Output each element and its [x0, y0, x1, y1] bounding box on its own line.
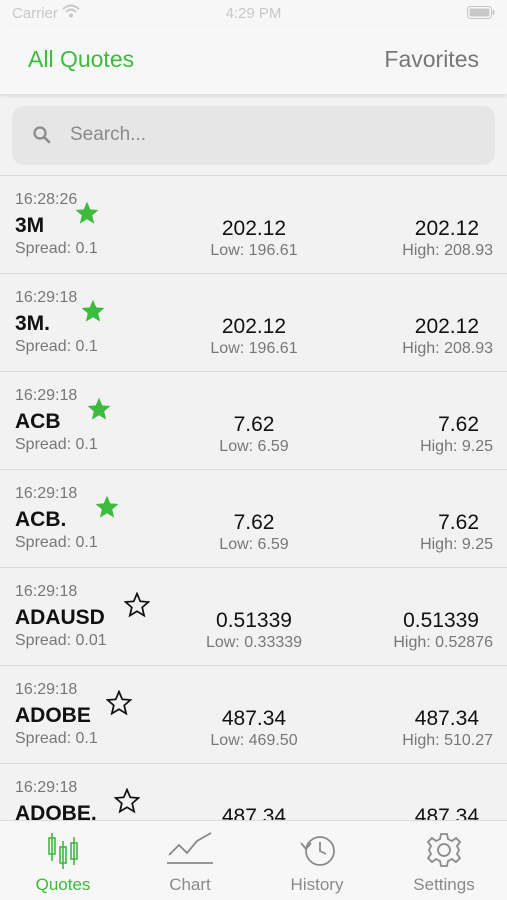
quote-high: High: 9.25: [420, 438, 493, 455]
quote-low: Low: 196.61: [210, 242, 298, 259]
quote-row[interactable]: 16:29:18 ACB. Spread: 0.1 7.62 Low: 6.59 7.62…: [0, 470, 507, 568]
quote-high: High: 208.93: [402, 340, 493, 357]
gear-icon: [426, 833, 462, 867]
search-input[interactable]: [70, 118, 470, 152]
history-clock-icon: [300, 836, 335, 866]
search-icon: [32, 125, 52, 150]
quote-ask: 202.12: [414, 315, 479, 338]
quote-row[interactable]: 16:28:26 3M Spread: 0.1 202.12 Low: 196.61 20…: [0, 176, 507, 274]
quote-low: Low: 196.61: [210, 340, 298, 357]
status-time: 4:29 PM: [225, 5, 282, 22]
quote-high: High: 510.27: [402, 732, 493, 749]
quote-time: 16:29:18: [15, 583, 78, 600]
quote-spread: Spread: 0.1: [15, 534, 98, 551]
quote-symbol: ACB: [15, 410, 61, 433]
line-chart-icon: [167, 832, 213, 864]
quote-row[interactable]: 16:29:18 3M. Spread: 0.1 202.12 Low: 196.61 2…: [0, 274, 507, 372]
quote-low: Low: 6.59: [219, 438, 289, 455]
quote-low: Low: 6.59: [219, 536, 289, 553]
quote-bid: 0.51339: [216, 609, 292, 632]
quote-spread: Spread: 0.1: [15, 436, 98, 453]
quote-bid: 487.34: [221, 707, 287, 730]
tab-favorites[interactable]: Favorites: [384, 46, 479, 73]
bottom-tab-bar: Quotes Chart History Settings: [0, 820, 507, 900]
quote-ask: 0.51339: [403, 609, 479, 632]
quote-spread: Spread: 0.1: [15, 240, 98, 257]
star-filled-icon[interactable]: [94, 494, 120, 520]
battery-icon: [467, 6, 495, 23]
quote-time: 16:29:18: [15, 779, 78, 796]
tab-all-quotes[interactable]: All Quotes: [28, 46, 134, 73]
star-filled-icon[interactable]: [74, 200, 100, 226]
quotes-list[interactable]: 16:28:26 3M Spread: 0.1 202.12 Low: 196.61 20…: [0, 175, 507, 820]
search-bar[interactable]: [12, 106, 495, 165]
quote-ask: 487.34: [414, 707, 479, 730]
quote-row[interactable]: 16:29:18 ADAUSD Spread: 0.01 0.51339 Low: 0.…: [0, 568, 507, 666]
quote-row[interactable]: 16:29:18 ADOBE. 487.34 487.34: [0, 764, 507, 820]
quote-symbol: ADAUSD: [15, 606, 105, 629]
quote-symbol: ADOBE: [15, 704, 91, 727]
status-bar: Carrier 4:29 PM: [0, 0, 507, 26]
quote-ask: 202.12: [414, 217, 479, 240]
quote-spread: Spread: 0.01: [15, 632, 107, 649]
quote-time: 16:29:18: [15, 387, 78, 404]
tab-chart[interactable]: Chart: [127, 821, 253, 900]
star-filled-icon[interactable]: [80, 298, 106, 324]
candlestick-icon: [48, 833, 78, 869]
tab-chart-label: Chart: [169, 875, 211, 894]
quote-symbol: ACB.: [15, 508, 67, 531]
quote-bid: 487.34: [221, 805, 287, 820]
quote-bid: 202.12: [221, 217, 287, 240]
quote-low: Low: 469.50: [210, 732, 298, 749]
tab-history[interactable]: History: [254, 821, 380, 900]
quotes-filter-tabs: All Quotes Favorites: [0, 26, 507, 94]
star-outline-icon[interactable]: [123, 591, 151, 618]
star-filled-icon[interactable]: [86, 396, 112, 422]
tab-quotes-label: Quotes: [35, 875, 91, 894]
quote-time: 16:29:18: [15, 289, 78, 306]
quote-ask: 7.62: [438, 511, 479, 534]
quote-row[interactable]: 16:29:18 ACB Spread: 0.1 7.62 Low: 6.59 7.62 H…: [0, 372, 507, 470]
quote-low: Low: 0.33339: [205, 634, 303, 651]
quote-time: 16:28:26: [15, 191, 78, 208]
quote-spread: Spread: 0.1: [15, 338, 98, 355]
tab-settings[interactable]: Settings: [381, 821, 507, 900]
quote-bid: 7.62: [233, 511, 275, 534]
quote-time: 16:29:18: [15, 681, 78, 698]
quote-ask: 487.34: [414, 805, 479, 820]
star-outline-icon[interactable]: [113, 787, 141, 814]
quote-row[interactable]: 16:29:18 ADOBE Spread: 0.1 487.34 Low: 469.5…: [0, 666, 507, 764]
quote-spread: Spread: 0.1: [15, 730, 98, 747]
tab-history-label: History: [290, 875, 344, 894]
tab-quotes[interactable]: Quotes: [0, 821, 126, 900]
quote-time: 16:29:18: [15, 485, 78, 502]
quote-bid: 7.62: [233, 413, 275, 436]
quote-high: High: 208.93: [402, 242, 493, 259]
quote-symbol: ADOBE.: [15, 802, 97, 820]
star-outline-icon[interactable]: [105, 689, 133, 716]
quote-symbol: 3M: [15, 214, 45, 237]
quote-symbol: 3M.: [15, 312, 51, 335]
quote-bid: 202.12: [221, 315, 287, 338]
quote-ask: 7.62: [438, 413, 479, 436]
quote-high: High: 0.52876: [393, 634, 493, 651]
tab-settings-label: Settings: [413, 875, 475, 894]
quote-high: High: 9.25: [420, 536, 493, 553]
